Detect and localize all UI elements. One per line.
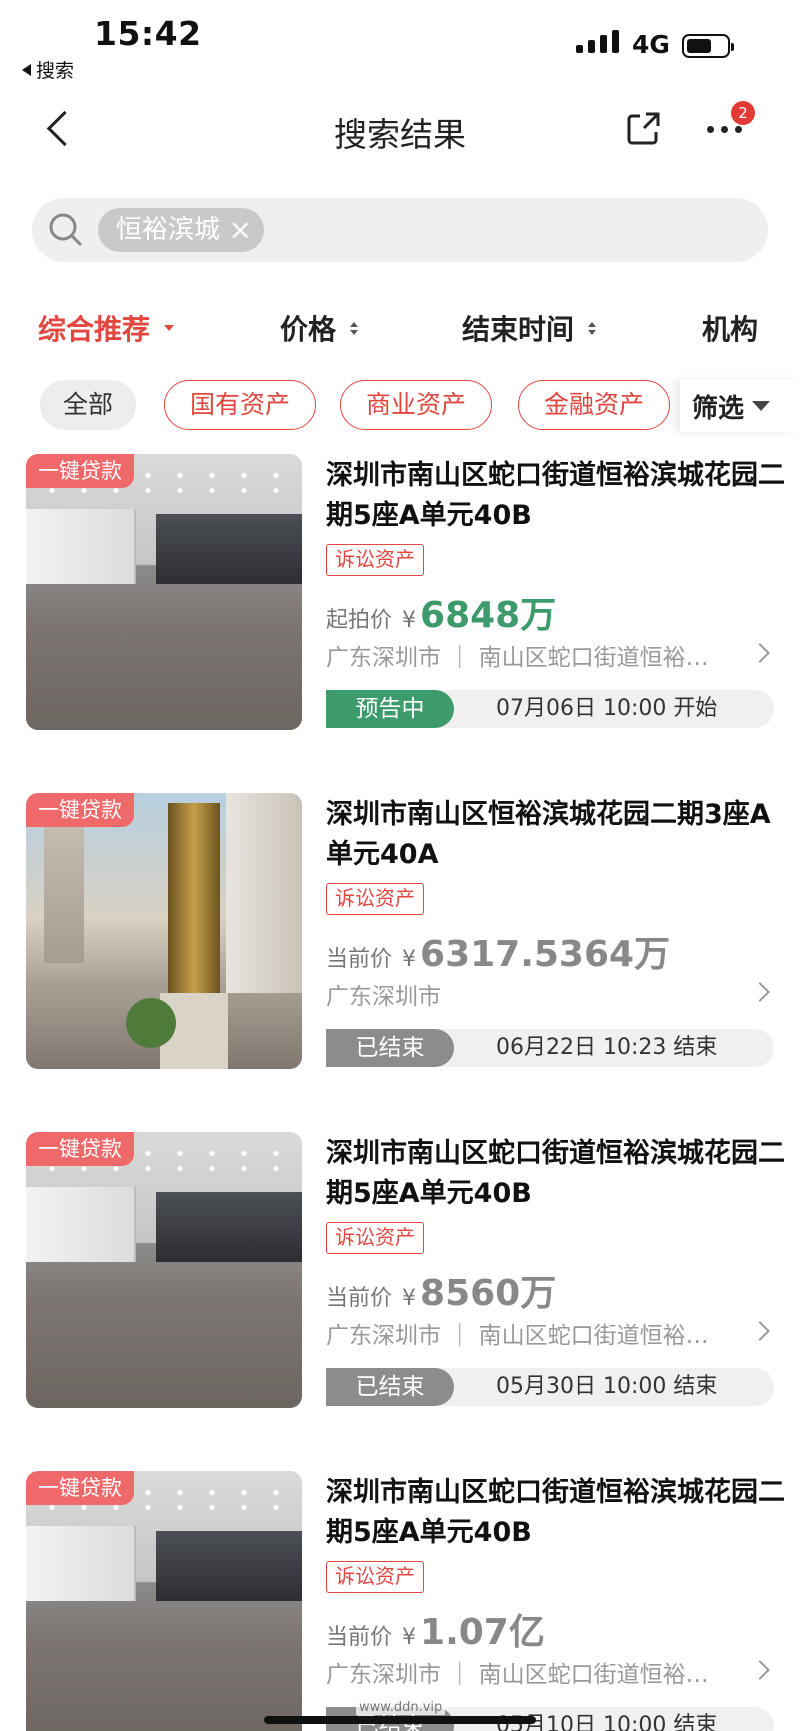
loan-tag: 一键贷款	[26, 1132, 134, 1166]
currency-symbol: ¥	[402, 1625, 417, 1650]
currency-symbol: ¥	[402, 947, 417, 972]
more-options-button[interactable]	[707, 126, 742, 133]
price-row: 起拍价 ¥ 6848万	[326, 586, 556, 638]
listing-photo: 一键贷款	[26, 454, 302, 730]
signal-icon	[576, 30, 619, 53]
filter-chip-all[interactable]: 全部	[40, 380, 136, 430]
status-bar: 15:42 搜索 4G	[0, 0, 800, 90]
asset-type-tag: 诉讼资产	[326, 544, 424, 576]
listing-card[interactable]: 一键贷款 深圳市南山区恒裕滨城花园二期3座A单元40A 诉讼资产 当前价 ¥ 6…	[0, 793, 800, 1083]
listing-card[interactable]: 一键贷款 深圳市南山区蛇口街道恒裕滨城花园二期5座A单元40B 诉讼资产 当前价…	[0, 1132, 800, 1422]
asset-type-tag: 诉讼资产	[326, 1561, 424, 1593]
listing-title: 深圳市南山区恒裕滨城花园二期3座A单元40A	[326, 799, 771, 870]
network-type: 4G	[632, 30, 670, 59]
loan-tag: 一键贷款	[26, 454, 134, 488]
status-badge: 已结束	[326, 1368, 454, 1406]
caret-down-icon	[164, 325, 175, 331]
listing-photo: 一键贷款	[26, 793, 302, 1069]
status-badge: 预告中	[326, 690, 454, 728]
price-label: 起拍价	[326, 608, 393, 633]
listing-title: 深圳市南山区蛇口街道恒裕滨城花园二期5座A单元40B	[326, 460, 785, 531]
page-title: 搜索结果	[334, 115, 466, 154]
sort-bar: 综合推荐 价格 结束时间 机构	[0, 300, 800, 350]
status-row: 已结束 05月30日 10:00 结束	[326, 1368, 774, 1406]
notification-badge: 2	[731, 101, 755, 125]
sort-arrows-icon	[350, 321, 359, 335]
sort-end-time-label: 结束时间	[462, 313, 575, 346]
search-bar[interactable]: 恒裕滨城 ×	[32, 198, 768, 262]
price-value: 8560万	[420, 1273, 557, 1314]
listing-card[interactable]: 一键贷款 深圳市南山区蛇口街道恒裕滨城花园二期5座A单元40B 诉讼资产 当前价…	[0, 1471, 800, 1731]
price-row: 当前价 ¥ 8560万	[326, 1264, 556, 1316]
asset-type-tag: 诉讼资产	[326, 883, 424, 915]
price-row: 当前价 ¥ 1.07亿	[326, 1603, 545, 1655]
filter-label: 筛选	[692, 393, 745, 424]
location-text: 广东深圳市 ｜ 南山区蛇口街道恒裕…	[326, 1662, 709, 1688]
price-label: 当前价	[326, 947, 393, 972]
filter-chips: 全部 国有资产 商业资产 金融资产 筛选	[0, 380, 800, 432]
battery-icon	[682, 34, 734, 58]
listing-card[interactable]: 一键贷款 深圳市南山区蛇口街道恒裕滨城花园二期5座A单元40B 诉讼资产 起拍价…	[0, 454, 800, 744]
funnel-icon	[752, 401, 771, 411]
back-triangle-icon	[22, 63, 31, 76]
listing-photo: 一键贷款	[26, 1132, 302, 1408]
loan-tag: 一键贷款	[26, 1471, 134, 1505]
auction-time: 06月22日 10:23 结束	[496, 1035, 718, 1060]
search-results-page: 15:42 搜索 4G 搜索结果 2 恒裕滨城 × 综合推荐 价格 结束时间 机…	[0, 0, 800, 1731]
asset-type-tag: 诉讼资产	[326, 1222, 424, 1254]
price-value: 1.07亿	[420, 1612, 545, 1653]
auction-time: 07月06日 10:00 开始	[496, 696, 718, 721]
price-label: 当前价	[326, 1286, 393, 1311]
search-icon	[46, 210, 86, 250]
sort-institution-label: 机构	[702, 313, 759, 346]
clear-query-icon[interactable]: ×	[229, 208, 252, 252]
location-text: 广东深圳市 ｜ 南山区蛇口街道恒裕…	[326, 645, 709, 671]
filter-button[interactable]: 筛选	[680, 380, 800, 432]
filter-chip-commercial-assets[interactable]: 商业资产	[340, 380, 492, 430]
sort-price[interactable]: 价格	[280, 308, 359, 348]
back-to-app-link[interactable]: 搜索	[22, 56, 74, 83]
price-value: 6848万	[420, 595, 557, 636]
listing-photo: 一键贷款	[26, 1471, 302, 1731]
loan-tag: 一键贷款	[26, 793, 134, 827]
sort-price-label: 价格	[280, 313, 337, 346]
status-badge: 已结束	[326, 1029, 454, 1067]
search-query-text: 恒裕滨城	[116, 215, 221, 245]
listing-title: 深圳市南山区蛇口街道恒裕滨城花园二期5座A单元40B	[326, 1477, 785, 1548]
sort-comprehensive[interactable]: 综合推荐	[38, 308, 175, 348]
price-row: 当前价 ¥ 6317.5364万	[326, 925, 670, 977]
sort-comprehensive-label: 综合推荐	[38, 313, 151, 346]
price-label: 当前价	[326, 1625, 393, 1650]
watermark: www.ddn.vip	[356, 1700, 446, 1715]
location-text: 广东深圳市 ｜ 南山区蛇口街道恒裕…	[326, 1323, 709, 1349]
back-app-label: 搜索	[36, 60, 75, 82]
home-indicator[interactable]	[264, 1716, 536, 1724]
share-icon[interactable]	[624, 108, 664, 148]
clock: 15:42	[94, 14, 202, 53]
search-query-chip[interactable]: 恒裕滨城 ×	[98, 208, 265, 252]
currency-symbol: ¥	[402, 1286, 417, 1311]
filter-chip-state-assets[interactable]: 国有资产	[164, 380, 316, 430]
currency-symbol: ¥	[402, 608, 417, 633]
status-row: 预告中 07月06日 10:00 开始	[326, 690, 774, 728]
filter-chip-financial-assets[interactable]: 金融资产	[518, 380, 670, 430]
auction-time: 05月30日 10:00 结束	[496, 1374, 718, 1399]
listing-title: 深圳市南山区蛇口街道恒裕滨城花园二期5座A单元40B	[326, 1138, 785, 1209]
sort-institution[interactable]: 机构	[702, 308, 758, 348]
sort-end-time[interactable]: 结束时间	[462, 308, 597, 348]
status-row: 已结束 06月22日 10:23 结束	[326, 1029, 774, 1067]
navigation-bar: 搜索结果 2	[0, 90, 800, 170]
location-text: 广东深圳市	[326, 984, 441, 1010]
sort-arrows-icon	[588, 321, 597, 335]
price-value: 6317.5364万	[420, 934, 671, 975]
